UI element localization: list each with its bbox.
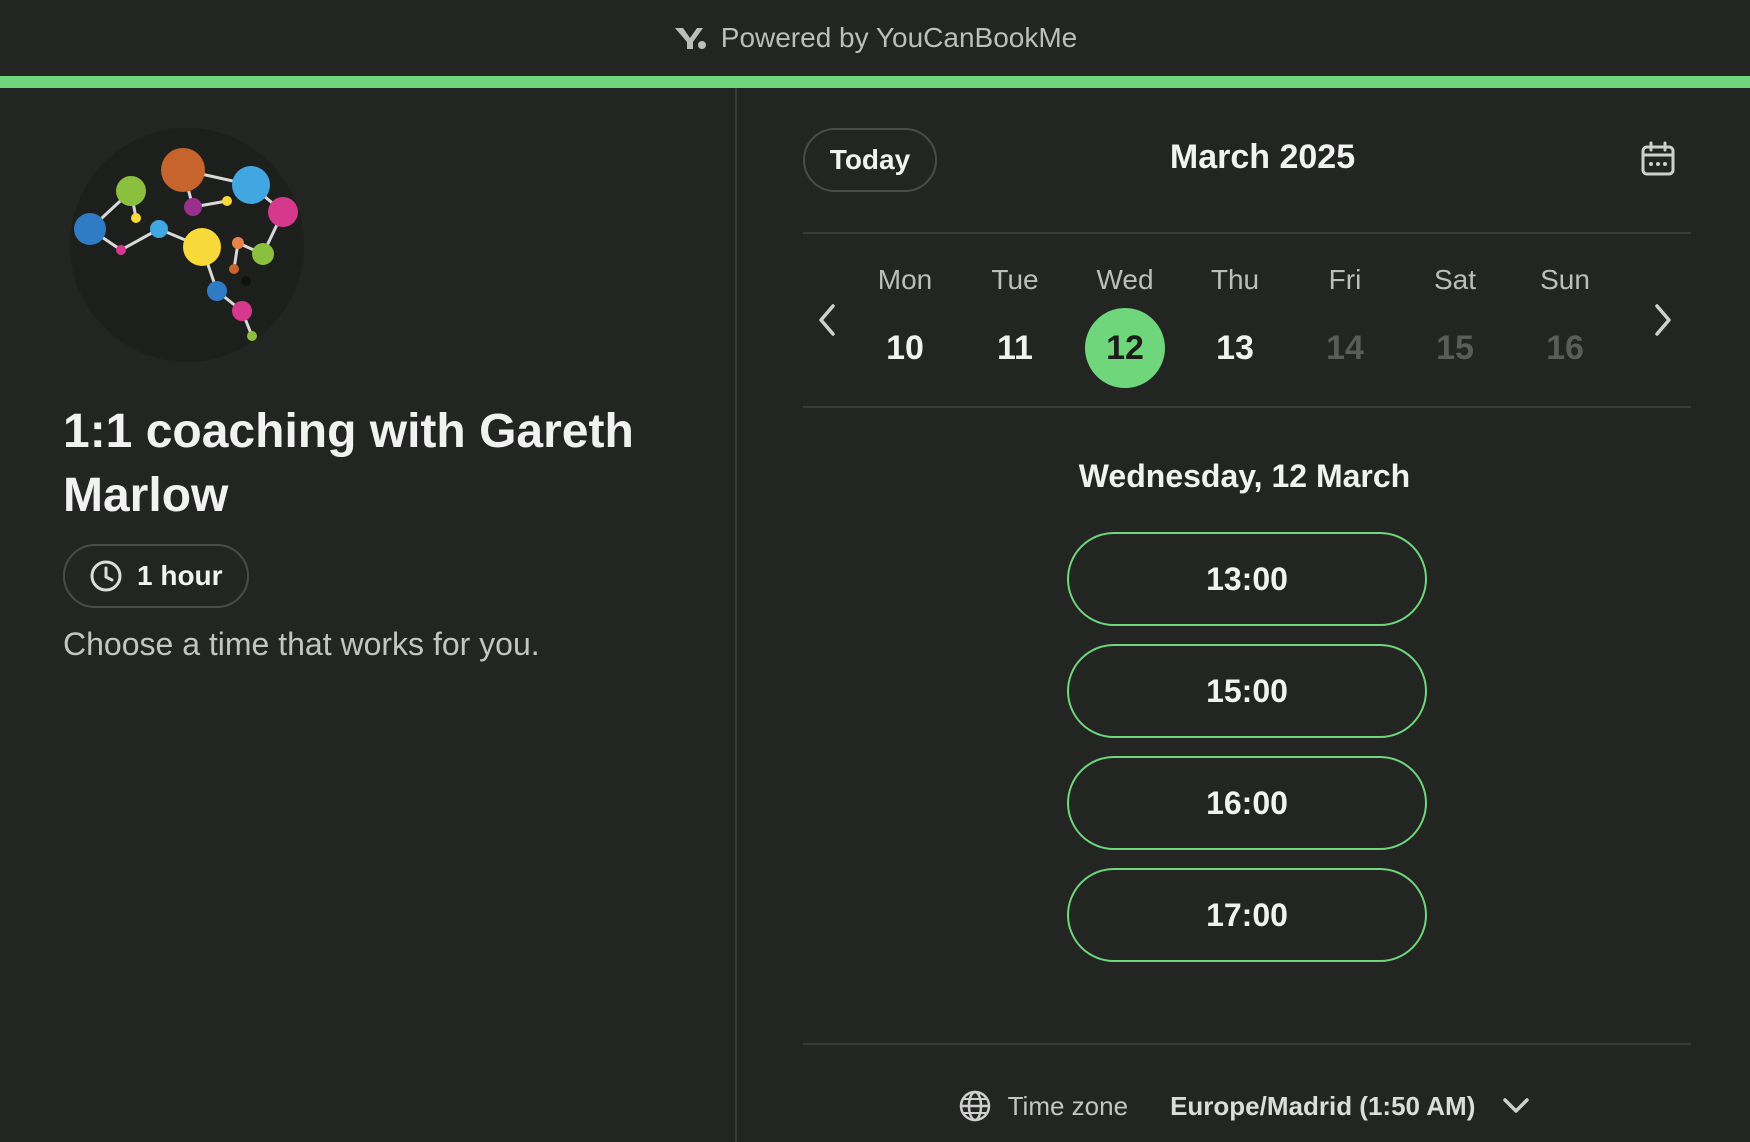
powered-by-text[interactable]: Powered by YouCanBookMe <box>721 22 1077 54</box>
globe-icon <box>959 1090 990 1122</box>
day-name: Sat <box>1433 264 1477 295</box>
day-number[interactable]: 11 <box>975 308 1055 388</box>
time-slot-button[interactable]: 15:00 <box>1067 644 1427 738</box>
timezone-value[interactable]: Europe/Madrid (1:50 AM) <box>1170 1091 1475 1122</box>
calendar-icon[interactable] <box>1639 140 1677 178</box>
day-number[interactable]: 13 <box>1195 308 1275 388</box>
day-number-selected[interactable]: 12 <box>1085 308 1165 388</box>
day-tue[interactable]: Tue 11 <box>965 258 1065 388</box>
chevron-down-icon[interactable] <box>1501 1096 1531 1116</box>
duration-badge: 1 hour <box>63 544 249 608</box>
divider <box>803 406 1691 408</box>
time-slot-button[interactable]: 17:00 <box>1067 868 1427 962</box>
week-strip: Mon 10 Tue 11 Wed 12 Thu 13 Fri 14 Sat 1… <box>855 258 1615 388</box>
youcanbookme-logo-icon <box>674 28 706 49</box>
timezone-selector[interactable]: Time zone Europe/Madrid (1:50 AM) <box>739 1076 1750 1136</box>
day-number-disabled: 14 <box>1326 328 1364 367</box>
day-name: Sun <box>1540 264 1590 295</box>
day-name: Mon <box>877 264 933 295</box>
event-title: 1:1 coaching with Gareth Marlow <box>63 405 634 522</box>
day-number[interactable]: 10 <box>865 308 945 388</box>
day-number-disabled: 15 <box>1436 328 1474 367</box>
day-thu[interactable]: Thu 13 <box>1185 258 1285 388</box>
coach-logo <box>70 128 304 362</box>
accent-bar <box>0 76 1750 88</box>
day-sat: Sat 15 <box>1405 258 1505 388</box>
day-fri: Fri 14 <box>1295 258 1395 388</box>
day-mon[interactable]: Mon 10 <box>855 258 955 388</box>
month-title: March 2025 <box>1169 138 1356 176</box>
time-slot-button[interactable]: 13:00 <box>1067 532 1427 626</box>
top-bar: Powered by YouCanBookMe <box>0 0 1750 76</box>
day-name: Thu <box>1210 264 1260 295</box>
chevron-left-icon[interactable] <box>809 298 845 342</box>
clock-icon <box>90 560 122 592</box>
divider <box>803 1043 1691 1045</box>
chevron-right-icon[interactable] <box>1645 298 1681 342</box>
today-button[interactable]: Today <box>803 128 937 192</box>
divider <box>803 232 1691 234</box>
time-slot-button[interactable]: 16:00 <box>1067 756 1427 850</box>
duration-label: 1 hour <box>137 560 223 591</box>
time-slot-list: 13:00 15:00 16:00 17:00 <box>1067 532 1427 962</box>
event-panel: 1:1 coaching with Gareth Marlow 1 hour C… <box>0 88 737 1142</box>
selected-date-heading: Wednesday, 12 March <box>1078 458 1411 494</box>
event-description: Choose a time that works for you. <box>63 626 540 662</box>
day-sun: Sun 16 <box>1515 258 1615 388</box>
timezone-label: Time zone <box>1007 1090 1129 1121</box>
booking-panel: Today March 2025 Mon 10 Tue 11 Wed 12 Th… <box>739 88 1750 1142</box>
day-name: Tue <box>991 264 1039 295</box>
day-name: Wed <box>1096 264 1154 295</box>
day-number-disabled: 16 <box>1546 328 1584 367</box>
day-name: Fri <box>1328 264 1362 295</box>
day-wed[interactable]: Wed 12 <box>1075 258 1175 388</box>
